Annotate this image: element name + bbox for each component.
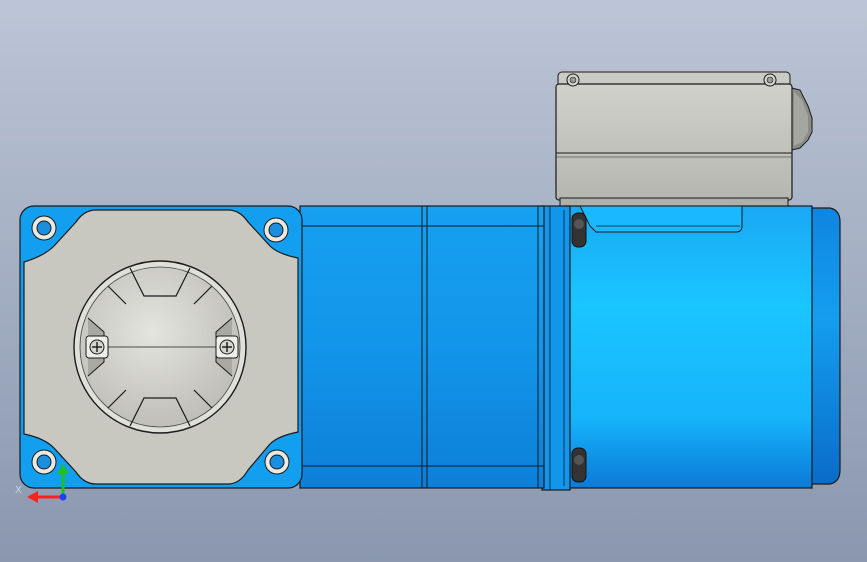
terminal-box-body (555, 83, 793, 201)
shaft-screw-left (85, 335, 109, 359)
mount-hole-bottom-left (31, 449, 57, 475)
mount-hole-top-right (263, 217, 289, 243)
gearbox-body[interactable] (299, 205, 545, 489)
motor-flange-ring (541, 205, 571, 491)
shaft-screw-right (215, 335, 239, 359)
gear-motor-model[interactable] (0, 0, 867, 562)
cad-viewport[interactable]: X (0, 0, 867, 562)
terminal-box-base (559, 197, 789, 207)
mount-hole-bottom-right (264, 449, 290, 475)
front-flange[interactable] (19, 205, 303, 489)
flange-bolt-bottom (571, 447, 587, 483)
terminal-box[interactable] (555, 71, 813, 207)
mount-hole-top-left (31, 215, 57, 241)
motor-body[interactable] (541, 205, 841, 491)
motor-housing (565, 205, 813, 489)
axis-origin (59, 493, 67, 501)
axis-x-label: X (15, 485, 22, 496)
flange-bolt-top (571, 212, 587, 248)
